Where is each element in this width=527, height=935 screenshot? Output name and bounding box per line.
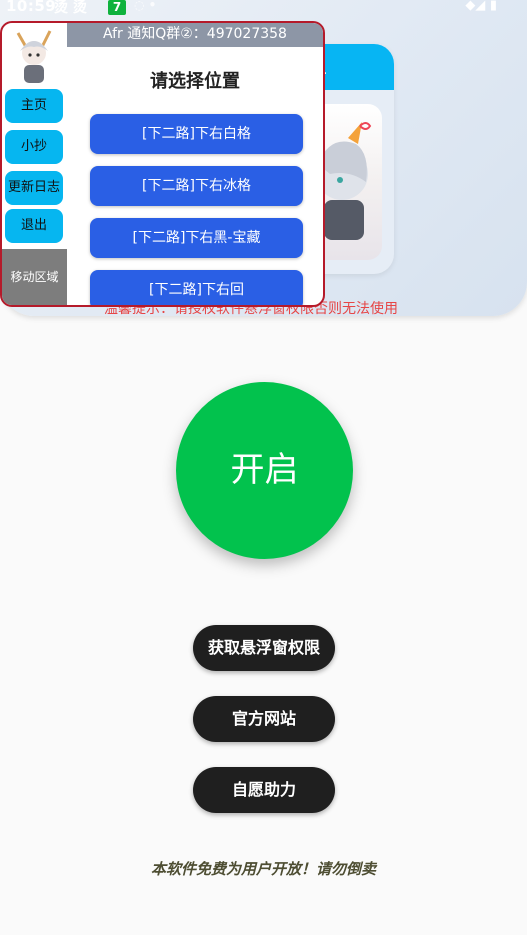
side-menu-changelog[interactable]: 更新日志 [5, 171, 63, 205]
overlay-header[interactable]: Afr 通知Q群②：497027358 [67, 23, 323, 47]
donate-button[interactable]: 自愿助力 [193, 767, 335, 813]
avatar [10, 27, 58, 87]
location-button[interactable]: [下二路]下右回 [90, 270, 303, 305]
side-menu-home[interactable]: 主页 [5, 89, 63, 123]
location-button[interactable]: [下二路]下右冰格 [90, 166, 303, 206]
side-menu-notes[interactable]: 小抄 [5, 130, 63, 164]
app-badge-icon: 7 [108, 0, 126, 15]
status-bar: 10:59 烫 烫 7 ◌ • ◆◢ ▮ [0, 0, 527, 18]
side-menu-exit[interactable]: 退出 [5, 209, 63, 243]
move-handle[interactable]: 移动区域 [2, 249, 67, 305]
status-time: 10:59 [6, 0, 57, 15]
location-button[interactable]: [下二路]下右白格 [90, 114, 303, 154]
notification-icons: 烫 烫 [54, 0, 87, 16]
start-button[interactable]: 开启 [176, 382, 353, 559]
official-website-button[interactable]: 官方网站 [193, 696, 335, 742]
status-misc-icons: ◌ • [134, 0, 157, 12]
footer-notice: 本软件免费为用户开放！请勿倒卖 [150, 860, 376, 878]
location-button[interactable]: [下二路]下右黑-宝藏 [90, 218, 303, 258]
overlay-title: 请选择位置 [150, 71, 240, 92]
get-overlay-permission-button[interactable]: 获取悬浮窗权限 [193, 625, 335, 671]
floating-window: Afr 通知Q群②：497027358 主页 小抄 更新日志 退出 移动区域 请… [0, 21, 325, 307]
signal-battery-icons: ◆◢ ▮ [465, 0, 497, 13]
